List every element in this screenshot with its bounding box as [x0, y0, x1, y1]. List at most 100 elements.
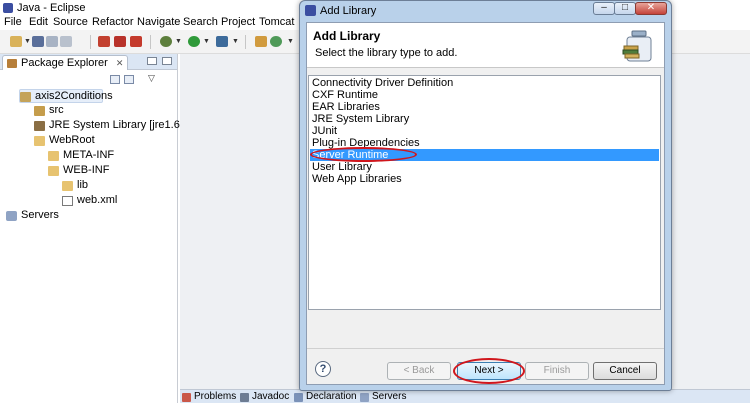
tab-declaration[interactable]: Declaration [294, 391, 357, 402]
red-highlight-circle [453, 358, 525, 384]
dialog-title: Add Library [320, 5, 377, 17]
new-class-dropdown-icon[interactable]: ▼ [287, 38, 294, 45]
red-highlight-circle [310, 147, 417, 162]
menu-tomcat[interactable]: Tomcat [259, 16, 294, 28]
finish-button[interactable]: Finish [525, 362, 589, 380]
tree-item-label: axis2Conditions [35, 90, 113, 102]
new-class-icon[interactable] [270, 36, 282, 47]
dialog-description: Select the library type to add. [315, 47, 458, 59]
close-icon: ✕ [646, 2, 656, 13]
tree-item-label: Servers [21, 209, 59, 221]
menu-project[interactable]: Project [221, 16, 255, 28]
maximize-view-icon[interactable] [162, 57, 172, 65]
tree-item-label: META-INF [63, 149, 115, 161]
view-menu-icon[interactable]: ▽ [148, 73, 155, 84]
tab-javadoc[interactable]: Javadoc [240, 391, 289, 402]
new-dropdown-icon[interactable]: ▼ [24, 38, 31, 45]
list-item-ear-libraries[interactable]: EAR Libraries [310, 101, 659, 113]
package-explorer-tab[interactable]: Package Explorer ✕ [2, 55, 129, 70]
cancel-button[interactable]: Cancel [593, 362, 657, 380]
run-icon[interactable] [188, 36, 200, 47]
tab-servers[interactable]: Servers [360, 391, 406, 402]
tree-item-label: WebRoot [49, 134, 95, 146]
tree-item-label: lib [77, 179, 89, 191]
dialog-heading: Add Library [313, 29, 381, 43]
folder-icon [62, 181, 73, 191]
run-dropdown-icon[interactable]: ▼ [203, 38, 210, 45]
tab-label: Javadoc [252, 391, 290, 402]
menu-search[interactable]: Search [183, 16, 218, 28]
servers-icon [360, 393, 369, 402]
bottom-view-tabbar: Problems Javadoc Declaration Servers [180, 389, 750, 403]
menu-edit[interactable]: Edit [29, 16, 48, 28]
tab-label: Servers [372, 391, 407, 402]
list-item-web-app-libraries[interactable]: Web App Libraries [310, 173, 659, 185]
tree-item-label: WEB-INF [63, 164, 110, 176]
debug-icon[interactable] [160, 36, 172, 47]
tab-problems[interactable]: Problems [182, 391, 236, 402]
eclipse-app-icon [305, 5, 316, 16]
minimize-icon: – [601, 2, 607, 13]
dialog-header: Add Library Select the library type to a… [307, 23, 664, 68]
list-item-user-library[interactable]: User Library [310, 161, 659, 173]
servers-icon [6, 211, 17, 221]
toolbar-separator [150, 35, 151, 49]
save-all-icon[interactable] [46, 36, 58, 47]
eclipse-app-icon [3, 3, 13, 13]
tree-item-project[interactable]: axis2Conditions [19, 89, 113, 103]
project-icon [20, 92, 31, 102]
debug-dropdown-icon[interactable]: ▼ [175, 38, 182, 45]
minimize-button[interactable]: – [593, 2, 615, 15]
problems-icon [182, 393, 191, 402]
list-item-cxf-runtime[interactable]: CXF Runtime [310, 89, 659, 101]
toolbar-separator [245, 35, 246, 49]
library-type-list[interactable]: Connectivity Driver Definition CXF Runti… [308, 75, 661, 310]
external-tools-icon[interactable] [216, 36, 228, 47]
library-jar-icon [622, 30, 652, 62]
close-button[interactable]: ✕ [635, 2, 667, 15]
menu-file[interactable]: File [4, 16, 22, 28]
tab-label: Declaration [306, 391, 357, 402]
print-icon[interactable] [60, 36, 72, 47]
new-package-icon[interactable] [255, 36, 267, 47]
new-icon[interactable] [10, 36, 22, 47]
window-title: Java - Eclipse [17, 2, 86, 14]
source-folder-icon [34, 106, 45, 116]
collapse-all-icon[interactable] [110, 75, 120, 84]
maximize-icon: □ [621, 2, 629, 13]
xml-file-icon [62, 196, 73, 206]
library-icon [34, 121, 45, 131]
folder-icon [48, 151, 59, 161]
maximize-button[interactable]: □ [614, 2, 636, 15]
back-button[interactable]: < Back [387, 362, 451, 380]
tree-item-label: web.xml [77, 194, 118, 206]
menu-navigate[interactable]: Navigate [137, 16, 180, 28]
package-icon [7, 59, 17, 68]
tool-icon[interactable] [114, 36, 126, 47]
dialog-separator [307, 348, 664, 349]
folder-icon [34, 136, 45, 146]
menu-refactor[interactable]: Refactor [92, 16, 134, 28]
close-icon[interactable]: ✕ [116, 58, 124, 68]
list-item-jre-system-library[interactable]: JRE System Library [310, 113, 659, 125]
list-item-junit[interactable]: JUnit [310, 125, 659, 137]
package-explorer-tab-label: Package Explorer [21, 57, 108, 69]
javadoc-icon [240, 393, 249, 402]
external-tools-dropdown-icon[interactable]: ▼ [232, 38, 239, 45]
menu-source[interactable]: Source [53, 16, 88, 28]
package-explorer-toolbar: ▽ [0, 71, 177, 87]
dialog-content: Add Library Select the library type to a… [306, 22, 665, 385]
declaration-icon [294, 393, 303, 402]
save-icon[interactable] [32, 36, 44, 47]
folder-icon [48, 166, 59, 176]
list-item-connectivity-driver[interactable]: Connectivity Driver Definition [310, 77, 659, 89]
tool-icon[interactable] [130, 36, 142, 47]
add-library-dialog: Add Library – □ ✕ Add Library Select the… [299, 0, 672, 391]
tool-icon[interactable] [98, 36, 110, 47]
help-button[interactable]: ? [315, 361, 331, 377]
minimize-view-icon[interactable] [147, 57, 157, 65]
toolbar-separator [90, 35, 91, 49]
dialog-titlebar[interactable]: Add Library – □ ✕ [300, 1, 671, 21]
package-explorer-tabbar: Package Explorer ✕ [0, 54, 177, 70]
link-with-editor-icon[interactable] [124, 75, 134, 84]
